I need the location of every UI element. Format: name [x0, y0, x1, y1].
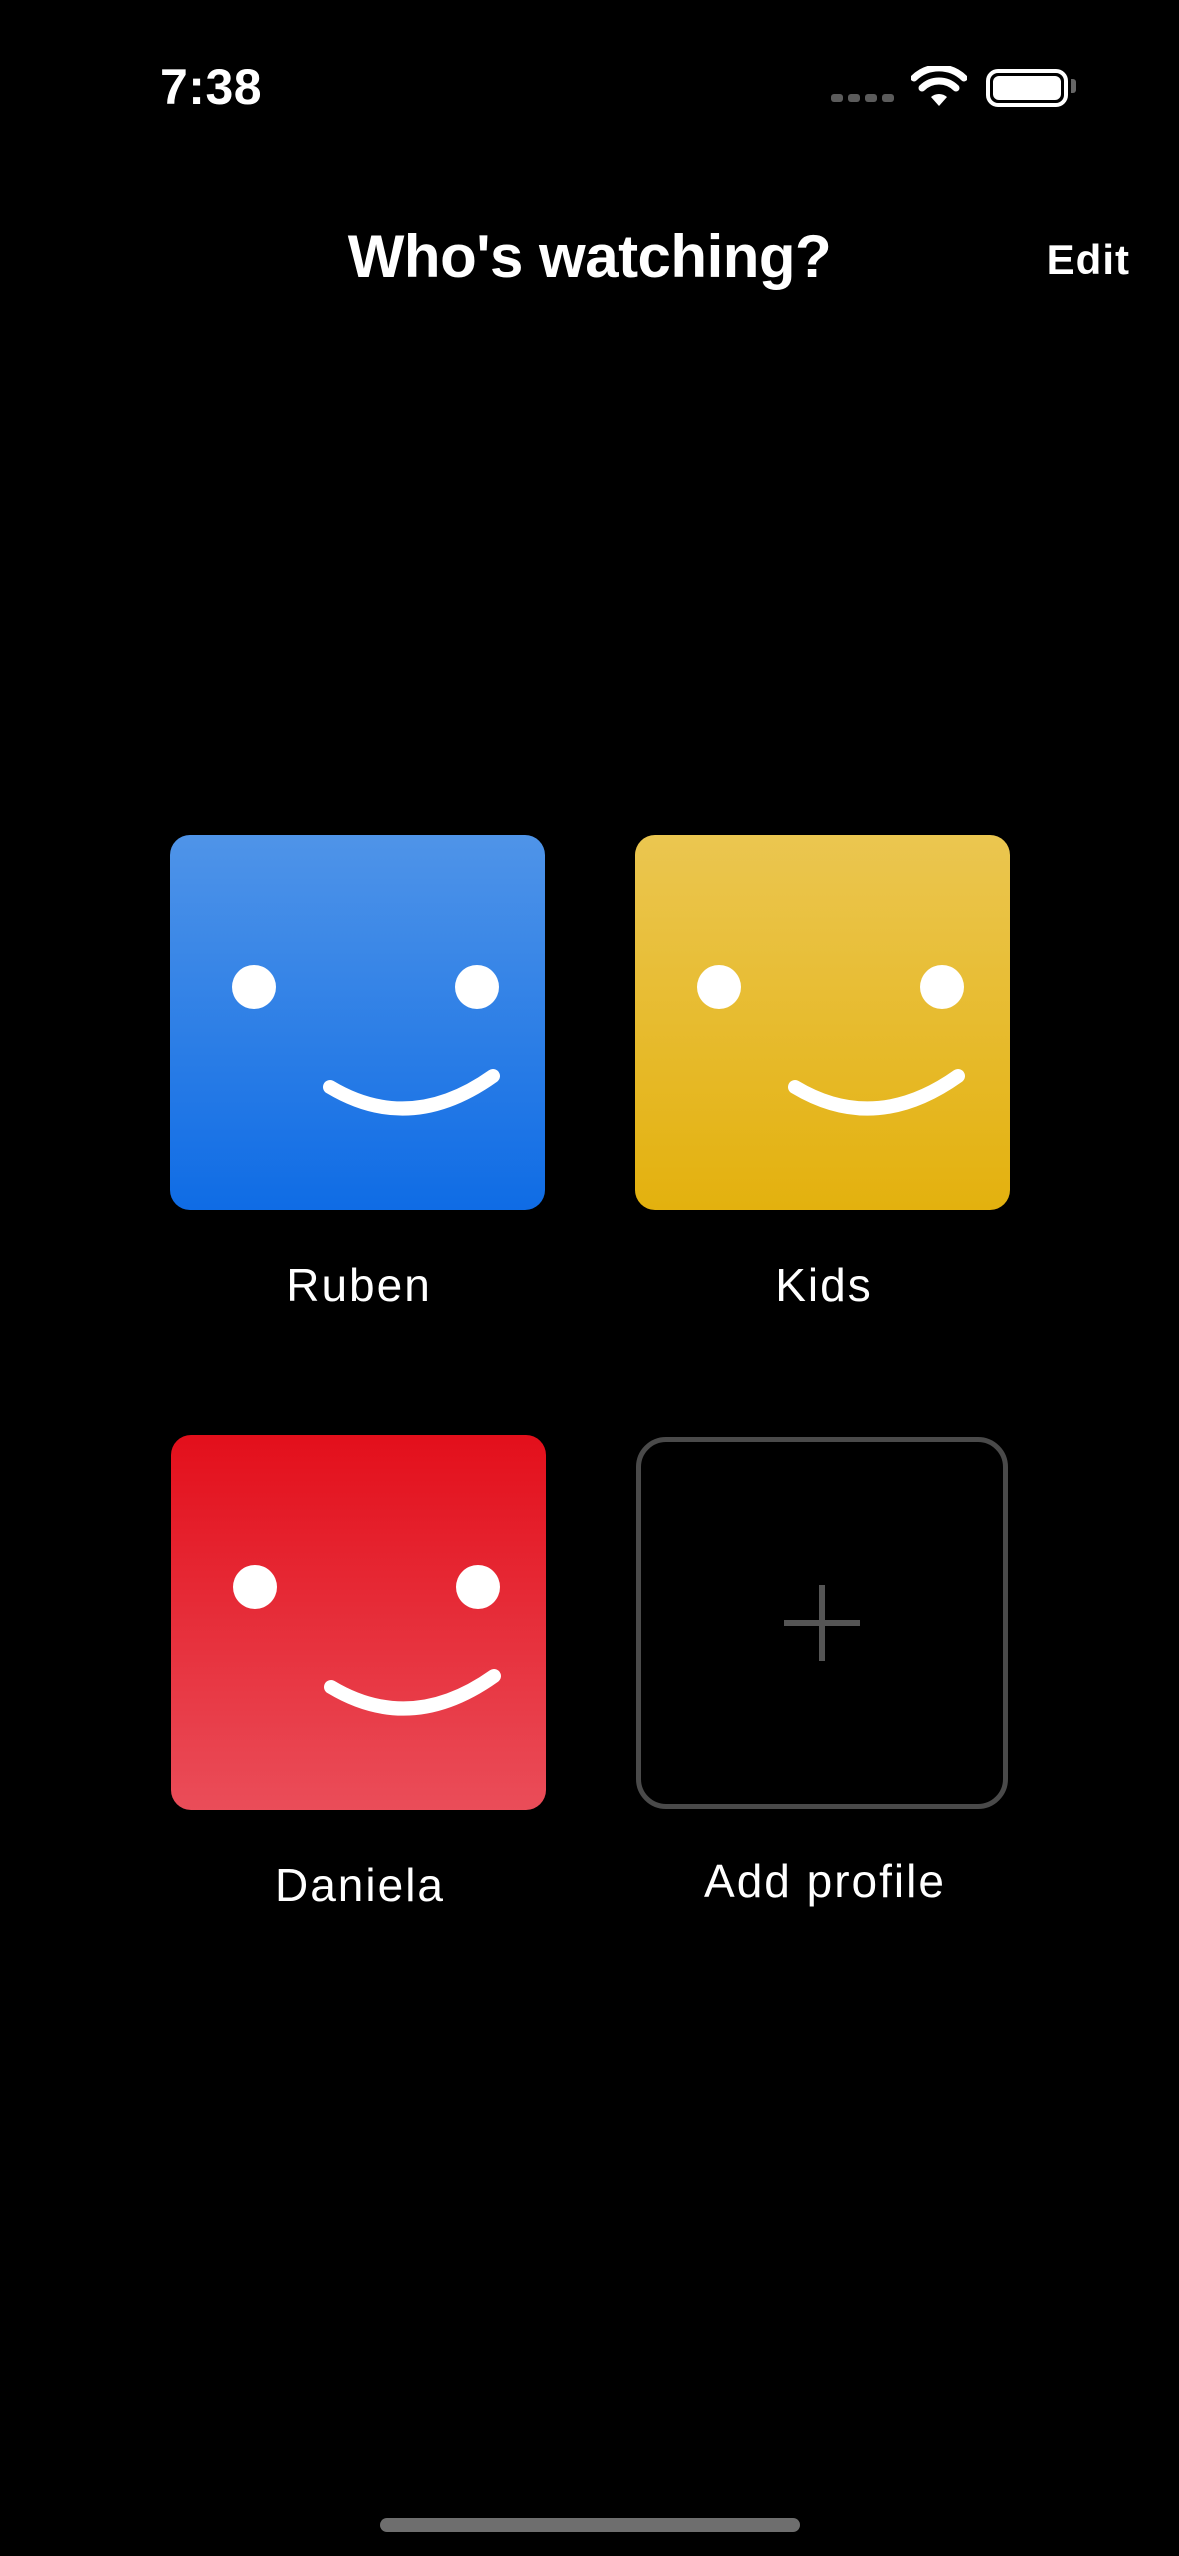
profile-avatar[interactable] — [170, 835, 545, 1210]
plus-icon — [784, 1585, 860, 1661]
status-icons — [831, 66, 1081, 110]
profile-name: Ruben — [286, 1259, 432, 1311]
add-profile-label: Add profile — [704, 1855, 946, 1907]
profile-ruben[interactable]: Ruben — [170, 835, 548, 1312]
add-profile-button[interactable] — [636, 1437, 1008, 1809]
add-profile[interactable]: Add profile — [636, 1437, 1014, 1908]
profile-avatar[interactable] — [635, 835, 1010, 1210]
profile-name: Kids — [775, 1259, 873, 1311]
profile-daniela[interactable]: Daniela — [171, 1435, 549, 1912]
wifi-icon — [911, 66, 967, 106]
home-indicator — [380, 2518, 800, 2532]
page-title: Who's watching? — [347, 223, 832, 290]
battery-cap — [1071, 79, 1076, 93]
battery-icon — [986, 69, 1068, 107]
status-time: 7:38 — [160, 59, 263, 115]
smiley-icon — [233, 1565, 501, 1716]
profile-avatar[interactable] — [171, 1435, 546, 1810]
cellular-signal-icon — [831, 94, 894, 102]
smiley-icon — [697, 965, 965, 1116]
smiley-icon — [232, 965, 500, 1116]
profile-kids[interactable]: Kids — [635, 835, 1013, 1312]
edit-button[interactable]: Edit — [1047, 236, 1130, 284]
profile-name: Daniela — [275, 1859, 445, 1911]
